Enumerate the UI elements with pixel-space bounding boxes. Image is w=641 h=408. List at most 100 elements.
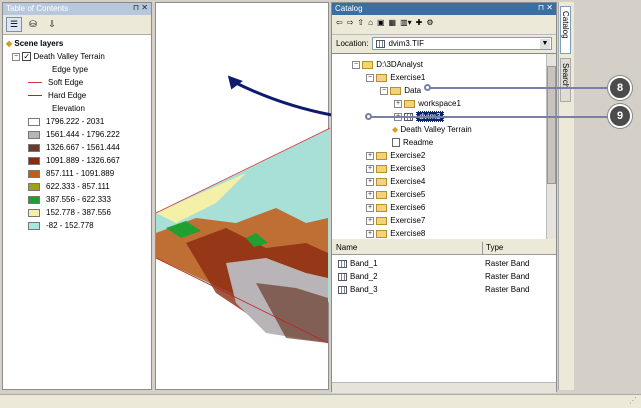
- expand-icon[interactable]: +: [366, 151, 374, 160]
- tree-exercise-folder[interactable]: + Exercise5: [352, 188, 556, 201]
- column-name[interactable]: Name: [336, 243, 357, 252]
- elevation-label: Elevation: [52, 104, 85, 113]
- tree-workspace1[interactable]: + workspace1: [352, 97, 556, 110]
- list-by-drawing-order-icon[interactable]: ☰: [6, 17, 22, 32]
- tree-root[interactable]: − D:\3DAnalyst: [352, 58, 556, 71]
- expand-icon[interactable]: +: [366, 190, 374, 199]
- new-item-icon[interactable]: ✚: [416, 18, 423, 31]
- terrain-rendering: [155, 112, 362, 344]
- expand-icon[interactable]: +: [366, 164, 374, 173]
- edge-type-label: Edge type: [52, 65, 89, 74]
- elevation-class-row: 1561.444 - 1796.222: [6, 128, 148, 141]
- tree-root-label: D:\3DAnalyst: [376, 60, 423, 69]
- location-value: dvim3.TIF: [388, 39, 425, 48]
- collapse-icon[interactable]: −: [380, 86, 388, 95]
- callout-9: 9: [608, 104, 632, 128]
- expand-icon[interactable]: +: [366, 203, 374, 212]
- expand-icon[interactable]: +: [366, 216, 374, 225]
- expand-icon[interactable]: +: [366, 229, 374, 238]
- tree-data[interactable]: − Data: [352, 84, 556, 97]
- tree-readme-label: Readme: [403, 138, 434, 147]
- raster-band-icon: [338, 272, 347, 281]
- callout-8: 8: [608, 76, 632, 100]
- tree-exercise-folder[interactable]: + Exercise7: [352, 214, 556, 227]
- tree-exercise-folder[interactable]: + Exercise6: [352, 201, 556, 214]
- folder-icon: [376, 203, 388, 212]
- folder-icon: [404, 99, 416, 108]
- tab-catalog[interactable]: Catalog: [560, 6, 571, 54]
- elevation-class-row: 1091.889 - 1326.667: [6, 154, 148, 167]
- tree-exercise-label: Exercise7: [390, 216, 426, 225]
- elevation-class-label: 622.333 - 857.111: [46, 182, 110, 191]
- resize-grip-icon[interactable]: ⋰: [629, 396, 637, 405]
- elevation-class-row: 1326.667 - 1561.444: [6, 141, 148, 154]
- status-bar: ⋰: [0, 394, 641, 408]
- back-icon[interactable]: ⇦: [336, 18, 343, 31]
- tab-search[interactable]: Search: [560, 58, 571, 102]
- side-tab-strip: Catalog Search: [558, 2, 574, 390]
- table-row[interactable]: Band_3 Raster Band: [332, 283, 556, 296]
- collapse-icon[interactable]: −: [366, 73, 374, 82]
- tree-terrain[interactable]: ◆ Death Valley Terrain: [352, 123, 556, 136]
- document-icon: [392, 138, 400, 148]
- toc-window-buttons[interactable]: ⊓ ✕: [133, 3, 148, 12]
- elevation-class-label: 1091.889 - 1326.667: [46, 156, 120, 165]
- connect-folder-icon[interactable]: ▣: [377, 18, 385, 31]
- tree-exercise-folder[interactable]: + Exercise8: [352, 227, 556, 239]
- table-row[interactable]: Band_2 Raster Band: [332, 270, 556, 283]
- view-options-icon[interactable]: ▥▾: [400, 18, 412, 31]
- elevation-class-row: 1796.222 - 2031: [6, 115, 148, 128]
- elevation-swatch: [28, 182, 40, 191]
- expand-icon[interactable]: +: [366, 177, 374, 186]
- tree-exercise-label: Exercise3: [390, 164, 426, 173]
- options-icon[interactable]: ⚙: [426, 18, 433, 31]
- folder-icon: [390, 86, 402, 95]
- tree-workspace1-label: workspace1: [418, 99, 461, 108]
- elevation-class-label: 1326.667 - 1561.444: [46, 143, 120, 152]
- list-by-selection-icon[interactable]: ⇩: [44, 17, 60, 32]
- table-row[interactable]: Band_1 Raster Band: [332, 257, 556, 270]
- elevation-class-row: 857.111 - 1091.889: [6, 167, 148, 180]
- toggle-tree-icon[interactable]: ▦: [389, 18, 397, 31]
- location-combobox[interactable]: dvim3.TIF ▼: [372, 37, 552, 50]
- soft-edge-label: Soft Edge: [48, 78, 84, 87]
- layer-name[interactable]: Death Valley Terrain: [33, 52, 104, 61]
- elevation-swatch: [28, 221, 40, 230]
- column-type[interactable]: Type: [482, 242, 503, 255]
- folder-icon: [376, 177, 388, 186]
- tree-scroll-thumb[interactable]: [547, 66, 556, 184]
- collapse-icon[interactable]: −: [352, 60, 360, 69]
- row-type: Raster Band: [485, 285, 530, 294]
- tree-exercise-folder[interactable]: + Exercise4: [352, 175, 556, 188]
- tree-exercise1[interactable]: − Exercise1: [352, 71, 556, 84]
- catalog-window: Catalog ⊓ ✕ ⇦ ⇨ ⇧ ⌂ ▣ ▦ ▥▾ ✚ ⚙ Location: dvim…: [331, 2, 557, 393]
- tree-exercise-folder[interactable]: + Exercise2: [352, 149, 556, 162]
- row-name: Band_3: [350, 285, 378, 294]
- home-icon[interactable]: ⌂: [368, 18, 373, 31]
- list-by-source-icon[interactable]: ⛁: [25, 17, 41, 32]
- layer-checkbox[interactable]: ✓: [22, 52, 32, 62]
- scene-layers-group[interactable]: ◆ Scene layers: [6, 37, 148, 50]
- table-of-contents: Table of Contents ⊓ ✕ ☰ ⛁ ⇩ ◆ Scene layer…: [2, 2, 152, 390]
- row-type: Raster Band: [485, 259, 530, 268]
- up-one-level-icon[interactable]: ⇧: [357, 18, 364, 31]
- elevation-swatch: [28, 169, 40, 178]
- layer-row[interactable]: − ✓ Death Valley Terrain: [6, 50, 148, 63]
- expand-icon[interactable]: +: [394, 99, 402, 108]
- raster-band-icon: [338, 285, 347, 294]
- list-hscrollbar[interactable]: [332, 382, 556, 393]
- elevation-swatch: [28, 195, 40, 204]
- collapse-icon[interactable]: −: [12, 52, 20, 61]
- scene-view[interactable]: [155, 2, 362, 390]
- tree-exercise-folder[interactable]: + Exercise3: [352, 162, 556, 175]
- forward-icon[interactable]: ⇨: [347, 18, 354, 31]
- callout-9-anchor: [365, 113, 372, 120]
- folder-icon: [376, 216, 388, 225]
- catalog-window-buttons[interactable]: ⊓ ✕: [538, 3, 553, 12]
- contents-list: Band_1 Raster Band Band_2 Raster Band Band_3…: [332, 255, 556, 393]
- tree-scrollbar[interactable]: [546, 54, 556, 239]
- elevation-swatch: [28, 130, 40, 139]
- elevation-class-row: 152.778 - 387.556: [6, 206, 148, 219]
- chevron-down-icon[interactable]: ▼: [540, 39, 550, 49]
- tree-readme[interactable]: Readme: [352, 136, 556, 149]
